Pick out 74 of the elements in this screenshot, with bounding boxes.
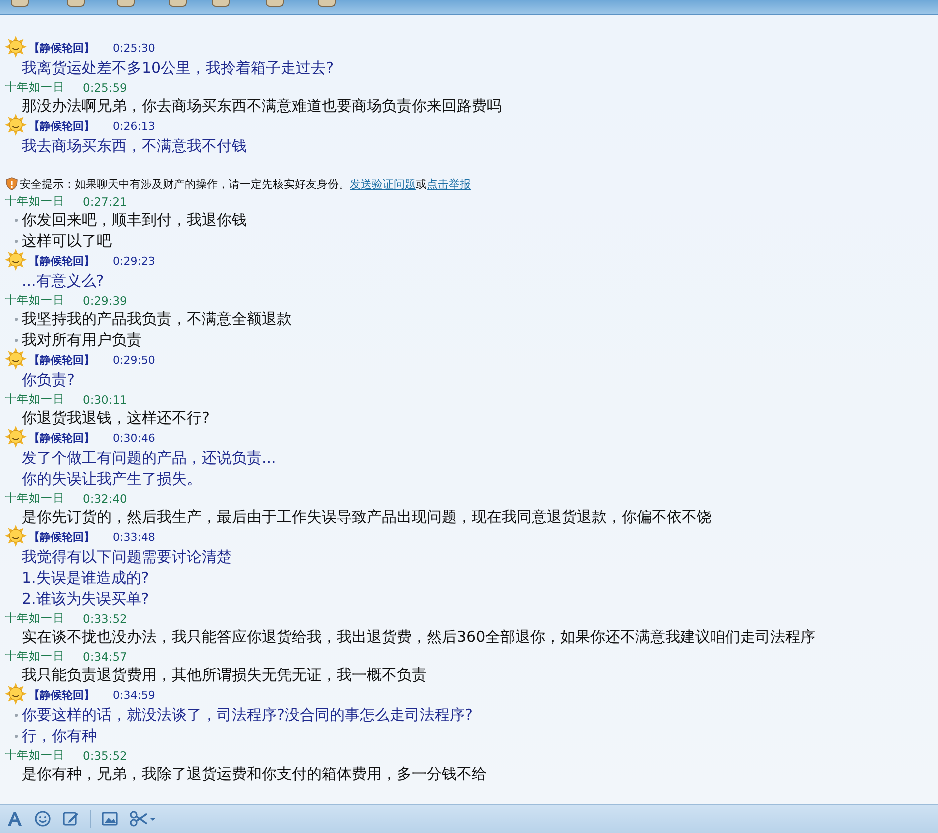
edit-icon[interactable] xyxy=(62,810,80,828)
message-time: 0:25:30 xyxy=(113,42,156,55)
link[interactable]: 点击举报 xyxy=(427,178,471,190)
message-time: 0:25:59 xyxy=(83,80,128,94)
message-text: 我觉得有以下问题需要讨论清楚 xyxy=(22,548,232,567)
sender-name: 【静候轮回】 xyxy=(29,119,95,134)
sun-avatar-icon xyxy=(5,524,27,546)
message-time: 0:29:39 xyxy=(83,294,128,308)
message-text: 实在谈不拢也没办法，我只能答应你退货给我，我出退货费，然后360全部退你，如果你还不满意我建议咱们走司法程序 xyxy=(22,628,816,647)
message-text: 你要这样的话，就没法谈了，司法程序?没合同的事怎么走司法程序? xyxy=(22,706,473,725)
toolbar-button[interactable] xyxy=(212,0,230,7)
message-time: 0:34:57 xyxy=(83,650,128,664)
message-text: 你的失误让我产生了损失。 xyxy=(22,470,202,489)
message-time: 0:33:48 xyxy=(113,531,156,544)
message-time: 0:35:52 xyxy=(83,748,128,762)
message-time: 0:27:21 xyxy=(83,194,128,208)
message-text: 发了个做工有问题的产品，还说负责... xyxy=(22,449,276,468)
sun-avatar-icon xyxy=(5,114,27,136)
toolbar-button[interactable] xyxy=(169,0,187,7)
message-text: 你发回来吧，顺丰到付，我退你钱 xyxy=(22,211,247,230)
toolbar-button[interactable] xyxy=(11,0,29,7)
message-text: 我去商场买东西，不满意我不付钱 xyxy=(22,137,247,156)
sender-name: 【静候轮回】 xyxy=(29,688,95,703)
message-time: 0:33:52 xyxy=(83,612,128,626)
toolbar-button[interactable] xyxy=(67,0,85,7)
sender-name: 十年如一日 xyxy=(5,649,65,664)
sender-name: 十年如一日 xyxy=(5,491,65,506)
message-text: 你负责? xyxy=(22,371,75,390)
message-text: 我离货运处差不多10公里，我拎着箱子走过去? xyxy=(22,59,334,78)
message-time: 0:32:40 xyxy=(83,492,128,506)
sun-avatar-icon xyxy=(5,426,27,448)
sun-avatar-icon xyxy=(5,682,27,704)
message-text: 我只能负责退货费用，其他所谓损失无凭无证，我一概不负责 xyxy=(22,666,427,685)
message-text: 我对所有用户负责 xyxy=(22,331,142,350)
warning-shield-icon xyxy=(5,177,19,191)
message-text: 2.谁该为失误买单? xyxy=(22,590,150,609)
sender-name: 十年如一日 xyxy=(5,611,65,626)
sun-avatar-icon xyxy=(5,248,27,270)
message-text: 是你有种，兄弟，我除了退货运费和你支付的箱体费用，多一分钱不给 xyxy=(22,765,487,784)
sender-name: 十年如一日 xyxy=(5,392,65,407)
sun-avatar-icon xyxy=(5,348,27,370)
sender-name: 十年如一日 xyxy=(5,748,65,763)
toolbar-button[interactable] xyxy=(266,0,284,7)
message-time: 0:34:59 xyxy=(113,689,156,702)
sender-name: 十年如一日 xyxy=(5,80,65,95)
message-text: 你退货我退钱，这样还不行? xyxy=(22,409,210,428)
sun-avatar-icon xyxy=(5,36,27,58)
message-text: 1.失误是谁造成的? xyxy=(22,569,150,588)
message-time: 0:29:23 xyxy=(113,255,156,268)
message-text: 这样可以了吧 xyxy=(22,232,112,251)
security-notice: 安全提示：如果聊天中有涉及财产的操作，请一定先核实好友身份。发送验证问题或点击举报 xyxy=(20,176,471,192)
message-time: 0:29:50 xyxy=(113,354,156,367)
sender-name: 【静候轮回】 xyxy=(29,353,95,368)
message-time: 0:30:46 xyxy=(113,432,156,445)
message-text: 行，你有种 xyxy=(22,727,97,746)
sender-name: 【静候轮回】 xyxy=(29,254,95,269)
sender-name: 【静候轮回】 xyxy=(29,41,95,56)
sender-name: 十年如一日 xyxy=(5,293,65,308)
message-time: 0:30:11 xyxy=(83,392,128,406)
message-text: ...有意义么? xyxy=(22,272,104,291)
image-icon[interactable] xyxy=(101,810,119,828)
toolbar-button[interactable] xyxy=(117,0,135,7)
scissors-icon[interactable] xyxy=(129,810,157,828)
message-time: 0:26:13 xyxy=(113,120,156,133)
message-text: 那没办法啊兄弟，你去商场买东西不满意难道也要商场负责你来回路费吗 xyxy=(22,97,502,116)
message-text: 我坚持我的产品我负责，不满意全额退款 xyxy=(22,310,292,329)
toolbar-button[interactable] xyxy=(318,0,336,7)
emoji-icon[interactable] xyxy=(34,810,52,828)
sender-name: 【静候轮回】 xyxy=(29,431,95,446)
font-icon[interactable] xyxy=(6,810,24,828)
sender-name: 【静候轮回】 xyxy=(29,530,95,545)
message-text: 是你先订货的，然后我生产，最后由于工作失误导致产品出现问题，现在我同意退货退款，你偏不依不饶 xyxy=(22,508,712,527)
link[interactable]: 发送验证问题 xyxy=(350,178,416,190)
sender-name: 十年如一日 xyxy=(5,194,65,209)
